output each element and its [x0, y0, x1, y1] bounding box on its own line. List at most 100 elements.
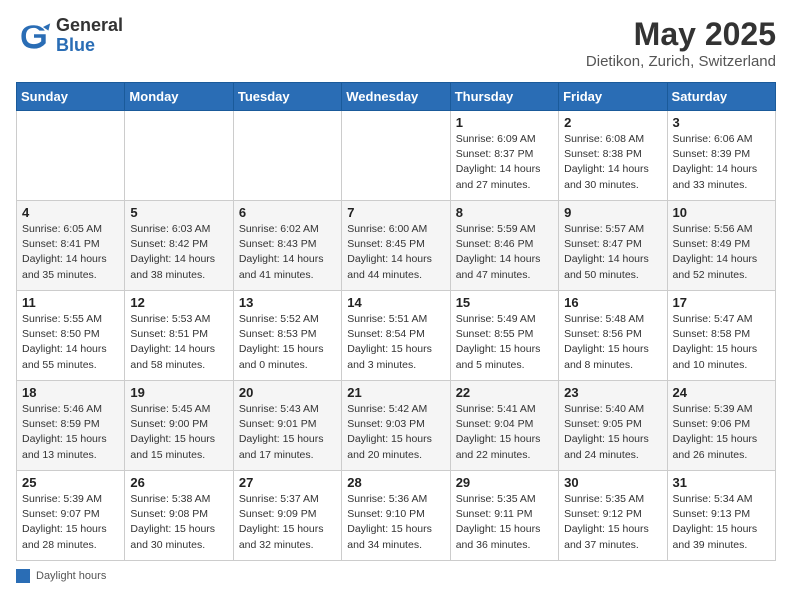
day-number: 13 — [239, 295, 336, 310]
day-number: 24 — [673, 385, 770, 400]
day-info: Sunrise: 5:52 AM Sunset: 8:53 PM Dayligh… — [239, 312, 336, 373]
day-info: Sunrise: 5:41 AM Sunset: 9:04 PM Dayligh… — [456, 402, 553, 463]
calendar-cell: 18 Sunrise: 5:46 AM Sunset: 8:59 PM Dayli… — [17, 381, 125, 471]
day-number: 17 — [673, 295, 770, 310]
calendar-cell: 16Sunrise: 5:48 AM Sunset: 8:56 PM Dayli… — [559, 291, 667, 381]
day-number: 27 — [239, 475, 336, 490]
calendar-cell: 29Sunrise: 5:35 AM Sunset: 9:11 PM Dayli… — [450, 471, 558, 561]
calendar-cell: 30Sunrise: 5:35 AM Sunset: 9:12 PM Dayli… — [559, 471, 667, 561]
day-info: Sunrise: 5:56 AM Sunset: 8:49 PM Dayligh… — [673, 222, 770, 283]
day-number: 28 — [347, 475, 444, 490]
day-number: 15 — [456, 295, 553, 310]
day-info: Sunrise: 5:36 AM Sunset: 9:10 PM Dayligh… — [347, 492, 444, 553]
calendar-cell — [17, 111, 125, 201]
day-info: Sunrise: 5:40 AM Sunset: 9:05 PM Dayligh… — [564, 402, 661, 463]
day-info: Sunrise: 6:05 AM Sunset: 8:41 PM Dayligh… — [22, 222, 119, 283]
calendar-cell — [342, 111, 450, 201]
calendar-cell: 1 Sunrise: 6:09 AM Sunset: 8:37 PM Daylig… — [450, 111, 558, 201]
day-info: Sunrise: 5:46 AM Sunset: 8:59 PM Dayligh… — [22, 402, 119, 463]
day-info: Sunrise: 5:45 AM Sunset: 9:00 PM Dayligh… — [130, 402, 227, 463]
weekday-header-wednesday: Wednesday — [342, 83, 450, 111]
title-block: May 2025 Dietikon, Zurich, Switzerland — [586, 16, 776, 70]
day-number: 19 — [130, 385, 227, 400]
location-subtitle: Dietikon, Zurich, Switzerland — [586, 53, 776, 70]
logo-icon — [16, 18, 52, 54]
calendar-cell: 14Sunrise: 5:51 AM Sunset: 8:54 PM Dayli… — [342, 291, 450, 381]
calendar-cell: 8 Sunrise: 5:59 AM Sunset: 8:46 PM Daylig… — [450, 201, 558, 291]
calendar-cell: 21 Sunrise: 5:42 AM Sunset: 9:03 PM Dayli… — [342, 381, 450, 471]
calendar-cell: 12 Sunrise: 5:53 AM Sunset: 8:51 PM Dayli… — [125, 291, 233, 381]
weekday-header-thursday: Thursday — [450, 83, 558, 111]
calendar-cell: 9Sunrise: 5:57 AM Sunset: 8:47 PM Daylig… — [559, 201, 667, 291]
day-number: 18 — [22, 385, 119, 400]
day-number: 10 — [673, 205, 770, 220]
day-info: Sunrise: 5:53 AM Sunset: 8:51 PM Dayligh… — [130, 312, 227, 373]
day-info: Sunrise: 5:39 AM Sunset: 9:06 PM Dayligh… — [673, 402, 770, 463]
day-info: Sunrise: 5:55 AM Sunset: 8:50 PM Dayligh… — [22, 312, 119, 373]
calendar-cell: 24 Sunrise: 5:39 AM Sunset: 9:06 PM Dayli… — [667, 381, 775, 471]
day-number: 12 — [130, 295, 227, 310]
weekday-header-monday: Monday — [125, 83, 233, 111]
day-info: Sunrise: 6:08 AM Sunset: 8:38 PM Dayligh… — [564, 132, 661, 193]
day-number: 14 — [347, 295, 444, 310]
calendar-cell — [125, 111, 233, 201]
day-number: 4 — [22, 205, 119, 220]
day-info: Sunrise: 5:49 AM Sunset: 8:55 PM Dayligh… — [456, 312, 553, 373]
day-number: 21 — [347, 385, 444, 400]
calendar-cell: 4 Sunrise: 6:05 AM Sunset: 8:41 PM Daylig… — [17, 201, 125, 291]
weekday-header-row: SundayMondayTuesdayWednesdayThursdayFrid… — [17, 83, 776, 111]
calendar-cell: 5 Sunrise: 6:03 AM Sunset: 8:42 PM Daylig… — [125, 201, 233, 291]
day-info: Sunrise: 5:35 AM Sunset: 9:12 PM Dayligh… — [564, 492, 661, 553]
calendar-cell: 31 Sunrise: 5:34 AM Sunset: 9:13 PM Dayli… — [667, 471, 775, 561]
logo-blue: Blue — [56, 36, 123, 56]
calendar-cell: 23 Sunrise: 5:40 AM Sunset: 9:05 PM Dayli… — [559, 381, 667, 471]
day-number: 8 — [456, 205, 553, 220]
day-info: Sunrise: 6:03 AM Sunset: 8:42 PM Dayligh… — [130, 222, 227, 283]
day-number: 20 — [239, 385, 336, 400]
day-info: Sunrise: 5:34 AM Sunset: 9:13 PM Dayligh… — [673, 492, 770, 553]
day-number: 11 — [22, 295, 119, 310]
weekday-header-friday: Friday — [559, 83, 667, 111]
day-number: 26 — [130, 475, 227, 490]
month-title: May 2025 — [586, 16, 776, 53]
day-number: 2 — [564, 115, 661, 130]
day-number: 3 — [673, 115, 770, 130]
calendar-cell: 6Sunrise: 6:02 AM Sunset: 8:43 PM Daylig… — [233, 201, 341, 291]
day-info: Sunrise: 5:47 AM Sunset: 8:58 PM Dayligh… — [673, 312, 770, 373]
calendar-cell: 20Sunrise: 5:43 AM Sunset: 9:01 PM Dayli… — [233, 381, 341, 471]
calendar-cell: 27Sunrise: 5:37 AM Sunset: 9:09 PM Dayli… — [233, 471, 341, 561]
calendar-cell: 2 Sunrise: 6:08 AM Sunset: 8:38 PM Daylig… — [559, 111, 667, 201]
weekday-header-sunday: Sunday — [17, 83, 125, 111]
weekday-header-saturday: Saturday — [667, 83, 775, 111]
calendar-cell: 7Sunrise: 6:00 AM Sunset: 8:45 PM Daylig… — [342, 201, 450, 291]
day-info: Sunrise: 6:09 AM Sunset: 8:37 PM Dayligh… — [456, 132, 553, 193]
day-number: 6 — [239, 205, 336, 220]
calendar-cell: 10 Sunrise: 5:56 AM Sunset: 8:49 PM Dayli… — [667, 201, 775, 291]
calendar-week-row: 11 Sunrise: 5:55 AM Sunset: 8:50 PM Dayli… — [17, 291, 776, 381]
day-number: 16 — [564, 295, 661, 310]
calendar-cell: 26Sunrise: 5:38 AM Sunset: 9:08 PM Dayli… — [125, 471, 233, 561]
weekday-header-tuesday: Tuesday — [233, 83, 341, 111]
day-number: 22 — [456, 385, 553, 400]
day-info: Sunrise: 5:59 AM Sunset: 8:46 PM Dayligh… — [456, 222, 553, 283]
page-header: General Blue May 2025 Dietikon, Zurich, … — [16, 16, 776, 70]
calendar-cell — [233, 111, 341, 201]
day-info: Sunrise: 5:39 AM Sunset: 9:07 PM Dayligh… — [22, 492, 119, 553]
calendar-week-row: 4 Sunrise: 6:05 AM Sunset: 8:41 PM Daylig… — [17, 201, 776, 291]
calendar-week-row: 25 Sunrise: 5:39 AM Sunset: 9:07 PM Dayli… — [17, 471, 776, 561]
day-number: 31 — [673, 475, 770, 490]
day-number: 9 — [564, 205, 661, 220]
day-number: 23 — [564, 385, 661, 400]
day-number: 25 — [22, 475, 119, 490]
day-number: 7 — [347, 205, 444, 220]
day-number: 5 — [130, 205, 227, 220]
calendar-cell: 11 Sunrise: 5:55 AM Sunset: 8:50 PM Dayli… — [17, 291, 125, 381]
calendar-cell: 17 Sunrise: 5:47 AM Sunset: 8:58 PM Dayli… — [667, 291, 775, 381]
legend: Daylight hours — [16, 569, 776, 583]
calendar-cell: 15 Sunrise: 5:49 AM Sunset: 8:55 PM Dayli… — [450, 291, 558, 381]
calendar-table: SundayMondayTuesdayWednesdayThursdayFrid… — [16, 82, 776, 561]
day-number: 1 — [456, 115, 553, 130]
calendar-week-row: 18 Sunrise: 5:46 AM Sunset: 8:59 PM Dayli… — [17, 381, 776, 471]
legend-label: Daylight hours — [36, 570, 106, 582]
day-info: Sunrise: 5:42 AM Sunset: 9:03 PM Dayligh… — [347, 402, 444, 463]
